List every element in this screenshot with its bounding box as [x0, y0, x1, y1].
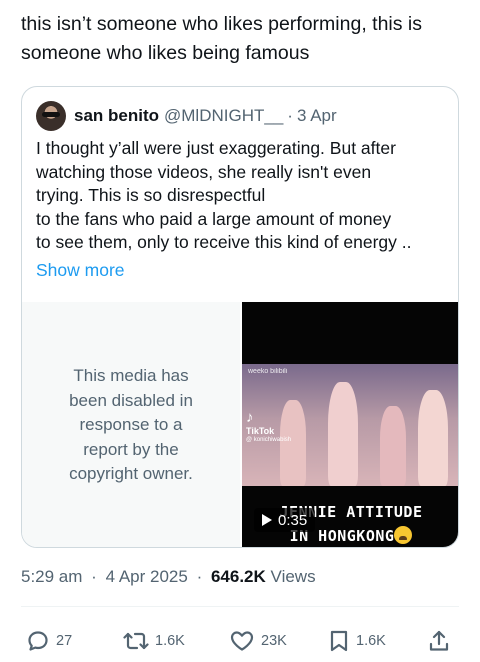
performer-figure [380, 406, 406, 486]
video-thumbnail[interactable]: weeko bilibili ♪ TikTok @ konichiwabish … [242, 302, 458, 547]
views-label: Views [270, 567, 316, 586]
reply-count: 27 [56, 633, 73, 649]
quoted-text-line: to see them, only to receive this kind o… [36, 232, 412, 252]
performer-figure [328, 382, 358, 486]
quoted-author-handle[interactable]: @MlDNIGHT__ [164, 106, 283, 126]
show-more-link[interactable]: Show more [36, 260, 125, 281]
heart-icon [230, 631, 254, 651]
video-duration: 0:35 [278, 511, 308, 529]
media-disabled-text: This media has been disabled in response… [69, 366, 193, 484]
share-icon [429, 630, 449, 651]
quoted-text-line: to the fans who paid a large amount of m… [36, 208, 392, 229]
bookmark-count: 1.6K [356, 633, 386, 649]
video-duration-badge[interactable]: 0:35 [254, 508, 316, 532]
tiktok-watermark: ♪ TikTok @ konichiwabish [246, 410, 291, 444]
quoted-tweet-date[interactable]: 3 Apr [297, 106, 337, 126]
reply-button[interactable]: 27 [26, 624, 72, 658]
quoted-text-line: trying. This is so disrespectful [36, 185, 266, 205]
quoted-tweet-header: san benito @MlDNIGHT__ · 3 Apr [36, 100, 337, 132]
repost-button[interactable]: 1.6K [123, 624, 185, 658]
performer-figure [418, 390, 448, 486]
quoted-author-name[interactable]: san benito [74, 106, 159, 126]
quoted-tweet-text: I thought y’all were just exaggerating. … [36, 137, 448, 255]
bookmark-button[interactable]: 1.6K [328, 624, 386, 658]
tweet-metadata: 5:29 am · 4 Apr 2025 · 646.2K Views [21, 567, 316, 587]
action-bar: 27 1.6K 23K 1.6K [0, 624, 480, 658]
tweet-text: this isn’t someone who likes performing,… [21, 13, 422, 64]
separator-dot: · [287, 106, 293, 125]
like-button[interactable]: 23K [229, 624, 287, 658]
tiktok-handle: @ konichiwabish [246, 437, 292, 443]
tweet-time[interactable]: 5:29 am [21, 567, 82, 586]
tiktok-icon: ♪ [246, 409, 254, 426]
repost-icon [123, 632, 149, 650]
like-count: 23K [261, 633, 287, 649]
separator-dot: · [91, 567, 97, 586]
stage-logo: weeko bilibili [248, 368, 288, 375]
quoted-text-line: watching those videos, she really isn't … [36, 161, 372, 182]
tweet-date[interactable]: 4 Apr 2025 [106, 567, 188, 586]
quoted-text-line: I thought y’all were just exaggerating. … [36, 138, 396, 158]
play-icon [262, 514, 272, 526]
reply-icon [28, 631, 48, 651]
bookmark-icon [330, 630, 348, 652]
video-frame: weeko bilibili ♪ TikTok @ konichiwabish [242, 364, 458, 486]
avatar[interactable] [36, 101, 66, 131]
divider [21, 606, 459, 607]
grimacing-emoji-icon [394, 526, 413, 544]
media-disabled-notice: This media has been disabled in response… [22, 302, 240, 547]
repost-count: 1.6K [155, 633, 185, 649]
views-count[interactable]: 646.2K [211, 567, 266, 586]
quoted-tweet-card[interactable]: san benito @MlDNIGHT__ · 3 Apr I thought… [21, 86, 459, 548]
share-button[interactable] [428, 624, 450, 658]
tiktok-label: TikTok [246, 426, 275, 436]
separator-dot: · [196, 567, 203, 586]
media-row: This media has been disabled in response… [22, 302, 458, 547]
